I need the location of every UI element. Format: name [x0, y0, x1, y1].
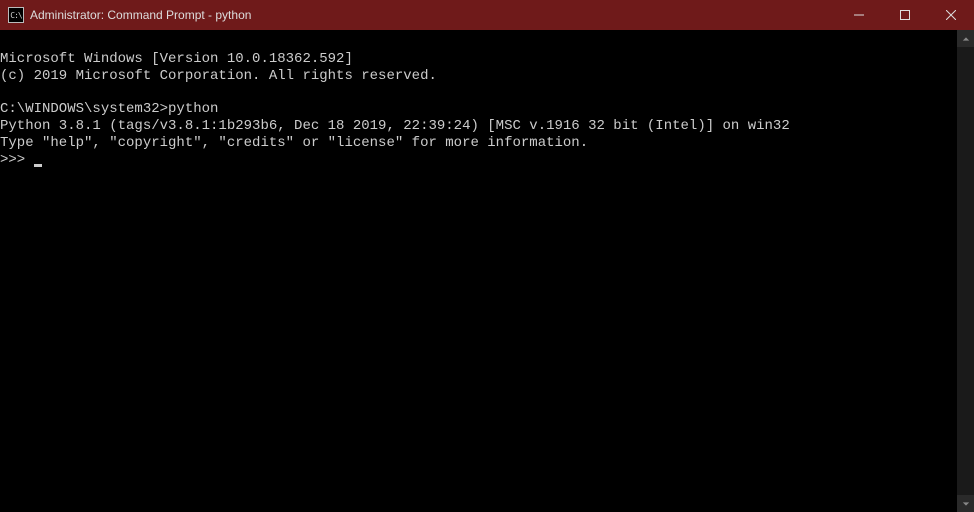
- chevron-down-icon: [962, 500, 970, 508]
- chevron-up-icon: [962, 35, 970, 43]
- maximize-icon: [900, 10, 910, 20]
- cmd-icon: C:\: [8, 7, 24, 23]
- scroll-down-button[interactable]: [957, 495, 974, 512]
- terminal-line: Microsoft Windows [Version 10.0.18362.59…: [0, 51, 353, 67]
- terminal-line: Python 3.8.1 (tags/v3.8.1:1b293b6, Dec 1…: [0, 118, 790, 134]
- scroll-up-button[interactable]: [957, 30, 974, 47]
- terminal-area[interactable]: Microsoft Windows [Version 10.0.18362.59…: [0, 30, 957, 512]
- window-title: Administrator: Command Prompt - python: [30, 8, 836, 22]
- terminal-line: Type "help", "copyright", "credits" or "…: [0, 135, 588, 151]
- entered-command: python: [168, 101, 218, 117]
- titlebar[interactable]: C:\ Administrator: Command Prompt - pyth…: [0, 0, 974, 30]
- cursor: [34, 164, 42, 167]
- terminal-line: (c) 2019 Microsoft Corporation. All righ…: [0, 68, 437, 84]
- minimize-icon: [854, 10, 864, 20]
- close-button[interactable]: [928, 0, 974, 30]
- repl-prompt: >>>: [0, 152, 34, 168]
- window-controls: [836, 0, 974, 30]
- close-icon: [946, 10, 956, 20]
- minimize-button[interactable]: [836, 0, 882, 30]
- maximize-button[interactable]: [882, 0, 928, 30]
- prompt-path: C:\WINDOWS\system32>: [0, 101, 168, 117]
- scroll-track[interactable]: [957, 47, 974, 495]
- vertical-scrollbar[interactable]: [957, 30, 974, 512]
